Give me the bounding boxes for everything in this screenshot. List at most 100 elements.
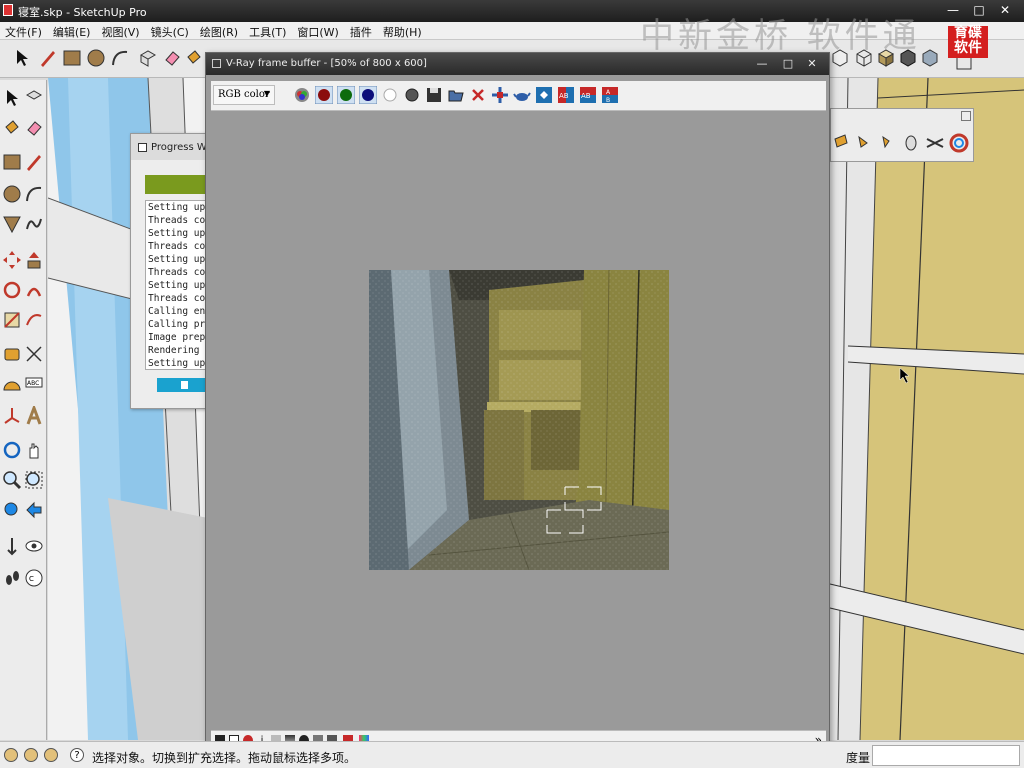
credits-icon[interactable] bbox=[24, 748, 38, 762]
svg-text:AB: AB bbox=[581, 92, 591, 100]
green-channel-icon[interactable] bbox=[337, 86, 355, 104]
scale-icon[interactable] bbox=[2, 310, 22, 330]
follow-me-icon[interactable] bbox=[24, 280, 44, 300]
log-line: Calling prePa bbox=[148, 319, 210, 330]
menu-plugins[interactable]: 插件 bbox=[345, 22, 378, 40]
freehand-icon[interactable] bbox=[24, 214, 44, 234]
component-icon[interactable] bbox=[24, 88, 44, 108]
plugin-tool-icons[interactable] bbox=[831, 133, 975, 159]
status-hint: 选择对象。切换到扩充选择。拖动鼠标选择多项。 bbox=[92, 751, 357, 765]
log-line: Threads comp bbox=[148, 293, 211, 304]
make-component-icon[interactable] bbox=[138, 48, 158, 68]
rectangle-icon[interactable] bbox=[2, 152, 22, 172]
menu-help[interactable]: 帮助(H) bbox=[378, 22, 428, 40]
tool-palette: ABC C bbox=[0, 80, 47, 740]
arc-icon[interactable] bbox=[24, 184, 44, 204]
log-line: Image prepass bbox=[148, 332, 210, 343]
look-around-icon[interactable] bbox=[24, 536, 44, 556]
channel-select[interactable]: RGB color ▼ bbox=[213, 85, 275, 105]
tape-measure-icon[interactable] bbox=[2, 344, 22, 364]
menu-view[interactable]: 视图(V) bbox=[96, 22, 145, 40]
menu-window[interactable]: 窗口(W) bbox=[292, 22, 344, 40]
log-line: Setting up 4 bbox=[148, 358, 211, 369]
paint-bucket-icon[interactable] bbox=[184, 48, 204, 68]
vfb-minimize-button[interactable]: — bbox=[754, 56, 770, 72]
orbit-icon[interactable] bbox=[2, 440, 22, 460]
mono-channel-icon[interactable] bbox=[403, 86, 421, 104]
alpha-channel-icon[interactable] bbox=[381, 86, 399, 104]
blue-channel-icon[interactable] bbox=[359, 86, 377, 104]
arc-icon[interactable] bbox=[110, 48, 130, 68]
section-plane-icon[interactable]: C bbox=[24, 568, 44, 588]
vfb-close-button[interactable]: ✕ bbox=[804, 56, 820, 72]
vray-frame-buffer-window: V-Ray frame buffer - [50% of 800 x 600] … bbox=[205, 52, 830, 752]
pan-icon[interactable] bbox=[24, 440, 44, 460]
vfb-titlebar: V-Ray frame buffer - [50% of 800 x 600] … bbox=[206, 53, 829, 75]
save-image-icon[interactable] bbox=[425, 86, 443, 104]
vfb-window-icon bbox=[212, 59, 221, 68]
render-teapot-icon[interactable] bbox=[513, 86, 531, 104]
clear-image-icon[interactable] bbox=[469, 86, 487, 104]
text-icon[interactable]: ABC bbox=[24, 374, 44, 394]
rectangle-icon[interactable] bbox=[62, 48, 82, 68]
ab-compare-horizontal-icon[interactable]: AB bbox=[557, 86, 575, 104]
red-channel-icon[interactable] bbox=[315, 86, 333, 104]
restore-button[interactable]: □ bbox=[970, 2, 988, 18]
menu-file[interactable]: 文件(F) bbox=[0, 22, 48, 40]
geo-location-icon[interactable] bbox=[4, 748, 18, 762]
eraser-icon[interactable] bbox=[162, 48, 182, 68]
walk-icon[interactable] bbox=[2, 568, 22, 588]
menu-edit[interactable]: 编辑(E) bbox=[48, 22, 97, 40]
vfb-maximize-button[interactable]: □ bbox=[780, 56, 796, 72]
zoom-window-icon[interactable] bbox=[24, 470, 44, 490]
svg-text:B: B bbox=[606, 97, 610, 104]
measurements-input[interactable] bbox=[872, 745, 1020, 766]
paint-icon[interactable] bbox=[2, 118, 22, 138]
track-mouse-icon[interactable] bbox=[491, 86, 509, 104]
progress-bar bbox=[145, 175, 211, 194]
protractor-icon[interactable] bbox=[2, 374, 22, 394]
log-line: Rendering ima bbox=[148, 345, 210, 356]
position-camera-icon[interactable] bbox=[2, 536, 22, 556]
minimize-button[interactable]: — bbox=[944, 2, 962, 18]
svg-text:AB: AB bbox=[559, 92, 569, 100]
user-icon[interactable] bbox=[44, 748, 58, 762]
menu-draw[interactable]: 绘图(R) bbox=[195, 22, 244, 40]
dimension-icon[interactable] bbox=[24, 344, 44, 364]
line-icon[interactable] bbox=[24, 152, 44, 172]
cancel-render-button[interactable] bbox=[157, 378, 211, 392]
polygon-icon[interactable] bbox=[2, 214, 22, 234]
progress-log[interactable]: Setting up 4 Threads comp Setting up 4 T… bbox=[145, 200, 211, 370]
3d-text-icon[interactable] bbox=[24, 406, 44, 426]
axes-icon[interactable] bbox=[2, 406, 22, 426]
pencil-icon[interactable] bbox=[38, 48, 58, 68]
zoom-extents-icon[interactable] bbox=[2, 500, 22, 520]
load-image-icon[interactable] bbox=[447, 86, 465, 104]
rotate-icon[interactable] bbox=[2, 280, 22, 300]
ab-compare-vertical-icon[interactable]: AB bbox=[579, 86, 597, 104]
offset-icon[interactable] bbox=[24, 310, 44, 330]
menu-tools[interactable]: 工具(T) bbox=[244, 22, 292, 40]
log-line: Setting up 4 bbox=[148, 280, 211, 291]
rendered-image[interactable] bbox=[369, 270, 669, 570]
ab-swap-icon[interactable]: AB bbox=[601, 86, 619, 104]
status-bar: ? 选择对象。切换到扩充选择。拖动鼠标选择多项。 度量 bbox=[0, 741, 1024, 768]
channel-select-value: RGB color bbox=[218, 89, 270, 100]
menu-camera[interactable]: 镜头(C) bbox=[146, 22, 195, 40]
help-icon[interactable]: ? bbox=[70, 748, 84, 762]
eraser-icon[interactable] bbox=[24, 118, 44, 138]
monochrome-view-icon[interactable] bbox=[920, 48, 940, 68]
color-correction-icon[interactable] bbox=[535, 86, 553, 104]
circle-icon[interactable] bbox=[2, 184, 22, 204]
toolbar-close-icon[interactable] bbox=[961, 111, 971, 121]
push-pull-icon[interactable] bbox=[24, 250, 44, 270]
zoom-icon[interactable] bbox=[2, 470, 22, 490]
circle-icon[interactable] bbox=[86, 48, 106, 68]
select-arrow-icon[interactable] bbox=[12, 48, 32, 68]
select-icon[interactable] bbox=[2, 88, 22, 108]
move-icon[interactable] bbox=[2, 250, 22, 270]
previous-view-icon[interactable] bbox=[24, 500, 44, 520]
rgb-channels-icon[interactable] bbox=[293, 86, 311, 104]
close-button[interactable]: ✕ bbox=[996, 2, 1014, 18]
log-line: Calling endPa bbox=[148, 306, 210, 317]
